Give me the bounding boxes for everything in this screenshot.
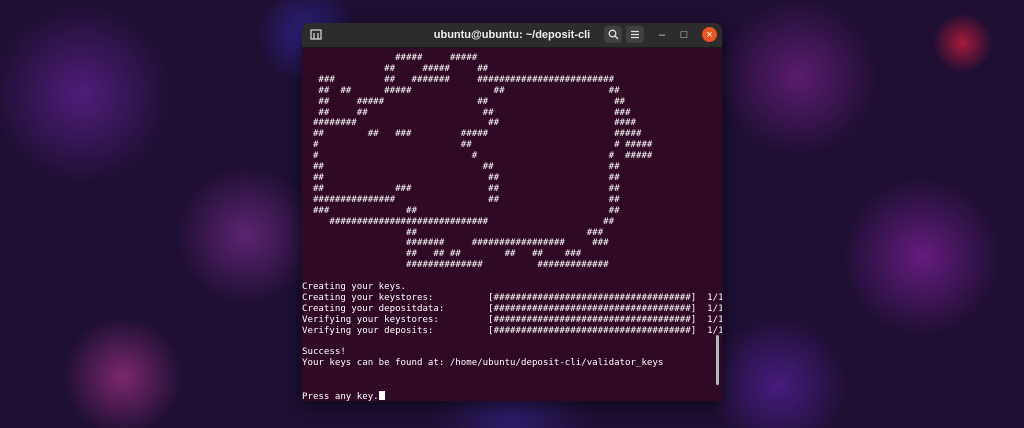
minimize-button[interactable]: –	[654, 26, 670, 43]
hamburger-menu-icon	[631, 30, 639, 39]
maximize-button[interactable]: □	[676, 26, 692, 43]
new-tab-button[interactable]	[306, 26, 326, 43]
menu-button[interactable]	[626, 26, 644, 43]
close-button[interactable]: ×	[702, 27, 717, 42]
keys-path-message: Your keys can be found at: /home/ubuntu/…	[302, 358, 664, 369]
scrollbar[interactable]	[716, 335, 719, 385]
search-icon	[608, 29, 618, 40]
success-message: Success!	[302, 347, 346, 358]
prompt-line: Press any key.	[302, 391, 714, 401]
new-tab-icon	[310, 29, 322, 40]
terminal-line: Verifying your deposits: [##############…	[302, 325, 722, 336]
title-bar[interactable]: ubuntu@ubuntu: ~/deposit-cli – □ ×	[302, 23, 722, 48]
terminal-line: Creating your depositdata: [############…	[302, 303, 722, 314]
terminal-line	[302, 369, 714, 380]
terminal-window: ubuntu@ubuntu: ~/deposit-cli – □ × #####…	[302, 23, 722, 401]
terminal-line: Creating your keystores: [##############…	[302, 292, 722, 303]
terminal-line	[302, 337, 714, 348]
terminal-line	[302, 380, 714, 391]
ascii-art-logo: ##### ##### ## ##### ## ### ## ####### #…	[312, 53, 653, 271]
search-button[interactable]	[604, 26, 622, 43]
terminal-line: Creating your keys.	[302, 282, 407, 293]
terminal-output[interactable]: ##### ##### ## ##### ## ### ## ####### #…	[302, 53, 722, 401]
terminal-line: Verifying your keystores: [#############…	[302, 314, 722, 325]
text-cursor	[378, 391, 385, 401]
press-any-key-text: Press any key.	[302, 392, 379, 401]
